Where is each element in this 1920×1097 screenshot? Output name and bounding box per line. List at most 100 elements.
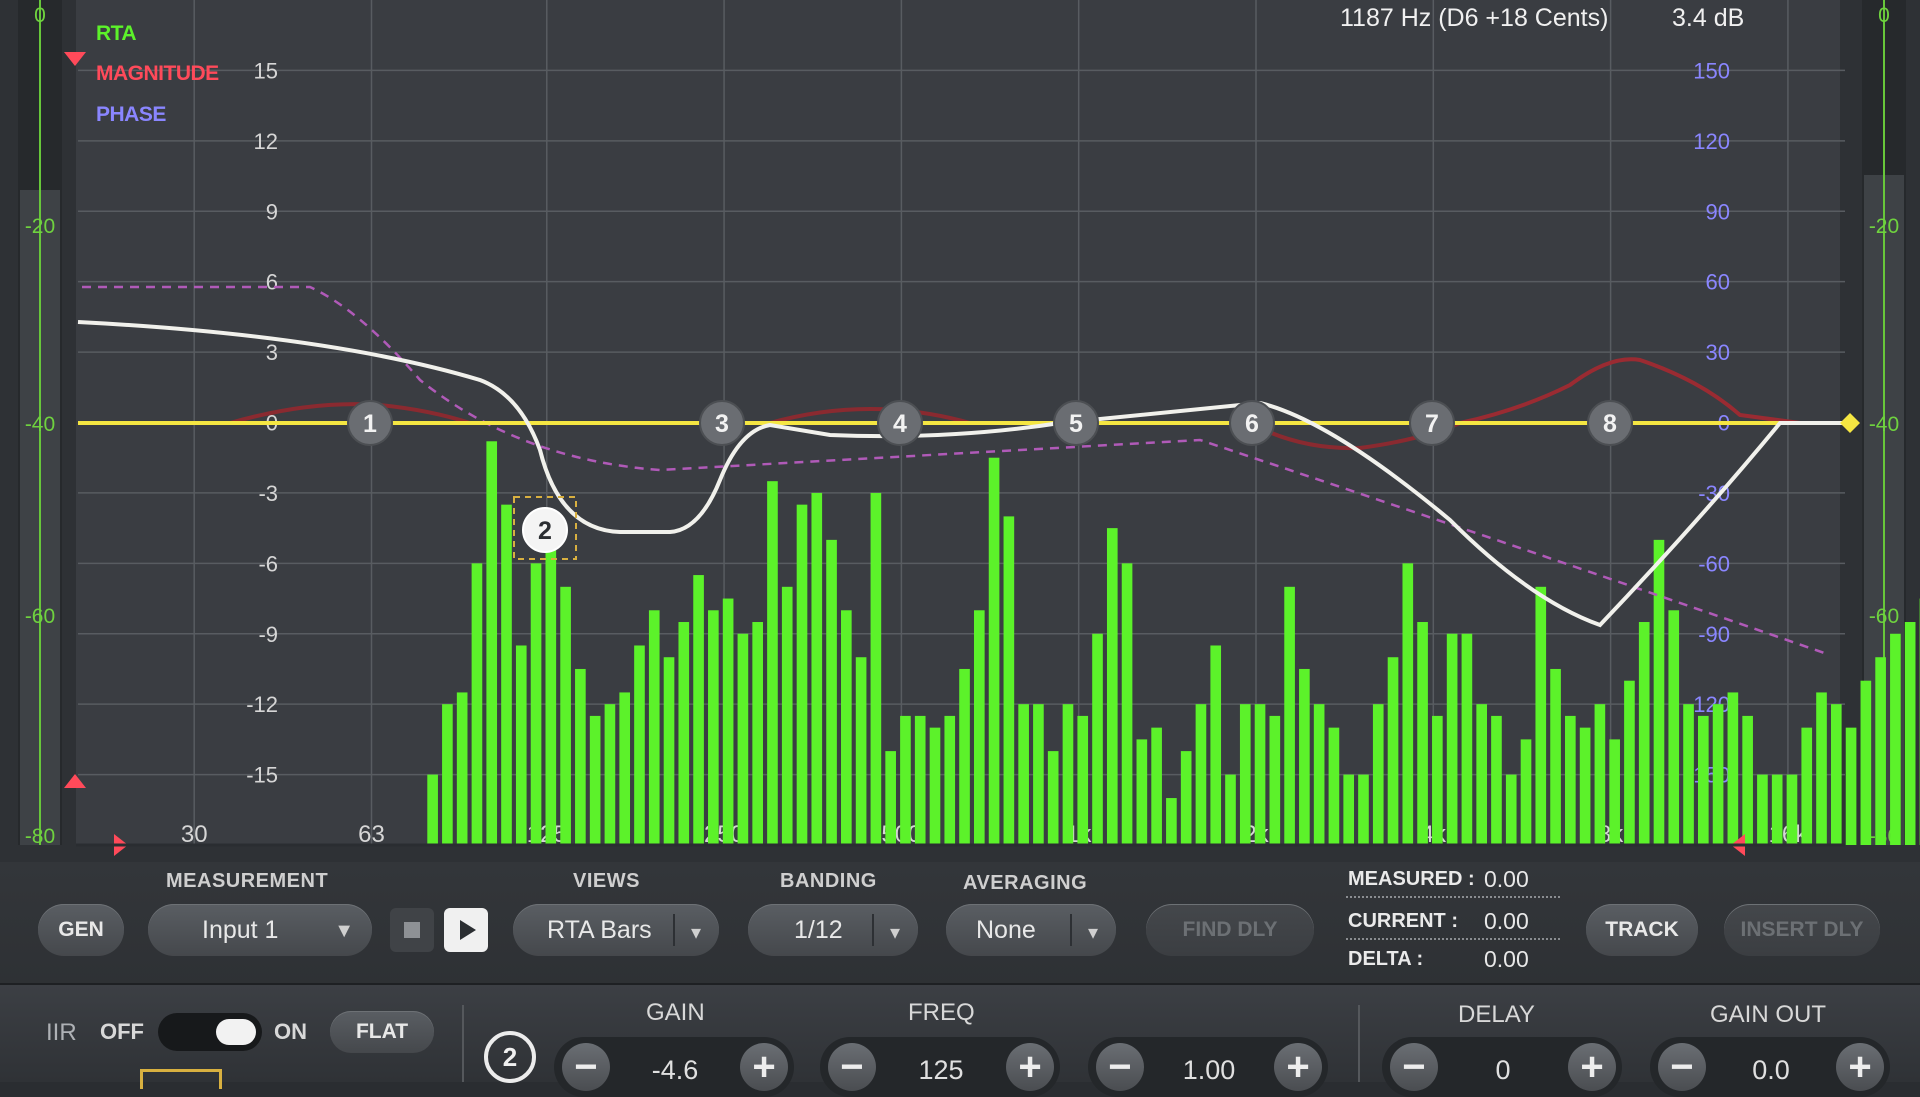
eq-node-1[interactable]: 1 [348,401,392,445]
right-meter-label: -60 [1869,605,1899,628]
eq-node-label: 7 [1425,410,1439,438]
rta-bar [486,441,497,845]
rta-bar [959,669,970,845]
views-select[interactable]: RTA Bars ▾ [513,904,719,956]
rta-bar [1668,610,1679,845]
gain-out-decrement-button[interactable]: − [1658,1043,1706,1091]
rta-bar [1476,704,1487,845]
q-increment-button[interactable]: + [1274,1043,1322,1091]
rta-bar [1801,728,1812,845]
rta-bar [575,669,586,845]
freq-value[interactable]: 125 [886,1055,996,1086]
rta-bar [649,610,660,845]
eq-node-label: 4 [893,410,907,438]
rta-bar [1343,775,1354,845]
averaging-select[interactable]: None ▾ [946,904,1116,956]
eq-node-5[interactable]: 5 [1054,401,1098,445]
rta-bar [871,493,882,845]
band-power-icon[interactable]: 2 [484,1031,536,1083]
rta-bar [1004,516,1015,845]
rta-bar [1432,716,1443,845]
eq-node-3[interactable]: 3 [700,401,744,445]
delay-value[interactable]: 0 [1448,1055,1558,1086]
rta-bar [974,610,985,845]
rta-bar [472,563,483,845]
eq-node-7[interactable]: 7 [1410,401,1454,445]
eq-node-4[interactable]: 4 [878,401,922,445]
gain-out-value[interactable]: 0.0 [1716,1055,1826,1086]
rta-bar [1210,645,1221,845]
banding-select[interactable]: 1/12 ▾ [748,904,918,956]
insert-delay-button[interactable]: INSERT DLY [1724,904,1880,956]
rta-bar [1373,704,1384,845]
rta-bar [1683,704,1694,845]
rta-bar [1787,775,1798,845]
track-button[interactable]: TRACK [1586,904,1698,956]
left-meter-label: -80 [25,825,55,848]
views-select-value: RTA Bars [547,916,652,945]
rta-bar [944,716,955,845]
eq-node-6[interactable]: 6 [1230,401,1274,445]
rta-bar [693,575,704,845]
rta-bar [678,622,689,845]
eq-node-8[interactable]: 8 [1588,401,1632,445]
magnitude-tick-label: 15 [254,58,278,83]
rta-bar [1905,622,1916,845]
freq-increment-button[interactable]: + [1006,1043,1054,1091]
rta-bar [915,716,926,845]
band-selector-highlight[interactable] [140,1069,222,1089]
gain-value[interactable]: -4.6 [620,1055,730,1086]
eq-node-2[interactable]: 2 [523,508,567,552]
rta-bar [1816,692,1827,845]
legend-phase[interactable]: PHASE [96,103,166,127]
gain-decrement-button[interactable]: − [562,1043,610,1091]
rta-bar [1417,622,1428,845]
iir-toggle[interactable] [158,1013,262,1051]
q-decrement-button[interactable]: − [1096,1043,1144,1091]
rta-bar [1609,739,1620,845]
rta-bar [1506,775,1517,845]
rta-bar [1565,716,1576,845]
rta-bar [1299,669,1310,845]
eq-node-label: 8 [1603,410,1617,438]
gen-button[interactable]: GEN [38,904,124,956]
freq-decrement-button[interactable]: − [828,1043,876,1091]
rta-bar [501,505,512,845]
eq-node-label: 3 [715,410,729,438]
stop-button[interactable] [390,908,434,952]
current-value: 0.00 [1484,908,1529,935]
legend-rta[interactable]: RTA [96,22,136,46]
q-value[interactable]: 1.00 [1154,1055,1264,1086]
find-delay-button[interactable]: FIND DLY [1146,904,1314,956]
off-label: OFF [100,1019,144,1045]
delay-decrement-button[interactable]: − [1390,1043,1438,1091]
right-meter-label: 0 [1878,4,1890,27]
rta-bar [1225,775,1236,845]
cursor-level-readout: 3.4 dB [1672,4,1744,33]
rta-bar [1521,739,1532,845]
rta-bar [1137,739,1148,845]
eq-node-label: 5 [1069,410,1083,438]
rta-bar [1698,716,1709,845]
phase-tick-label: -60 [1698,551,1730,576]
legend-magnitude[interactable]: MAGNITUDE [96,62,219,86]
flat-button[interactable]: FLAT [330,1011,434,1053]
delay-increment-button[interactable]: + [1568,1043,1616,1091]
rta-bar [1728,692,1739,845]
phase-tick-label: 30 [1706,340,1730,365]
rta-bar [1447,634,1458,845]
left-meter-label: 0 [34,4,46,27]
stop-icon [404,922,420,938]
rta-bar [900,716,911,845]
gain-increment-button[interactable]: + [740,1043,788,1091]
analyzer-graph[interactable]: 15129630-3-6-9-12-151501209060300-30-60-… [0,0,1920,862]
input-select[interactable]: Input 1 ▼ [148,904,372,956]
rta-bar [1063,704,1074,845]
rta-bar [1639,622,1650,845]
phase-tick-label: 150 [1693,58,1730,83]
rta-bar [1329,728,1340,845]
analyzer-plot[interactable]: 15129630-3-6-9-12-151501209060300-30-60-… [0,0,1920,862]
chevron-down-icon: ▼ [334,920,354,943]
play-button[interactable] [444,908,488,952]
gain-out-increment-button[interactable]: + [1836,1043,1884,1091]
